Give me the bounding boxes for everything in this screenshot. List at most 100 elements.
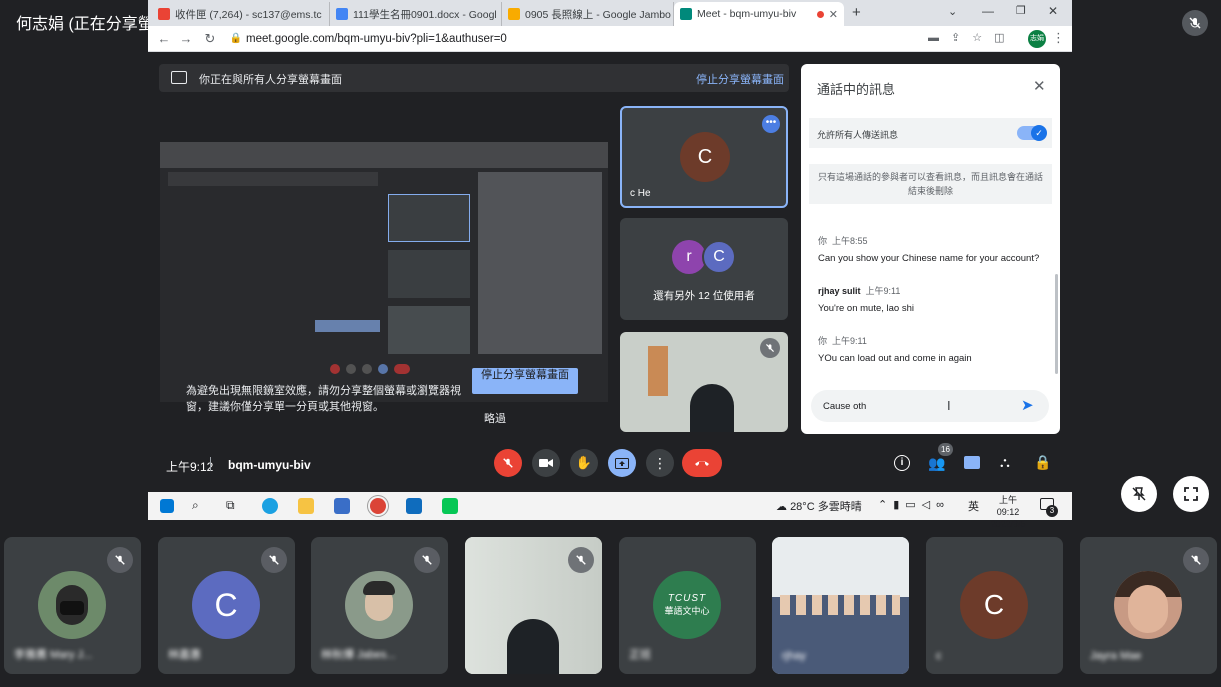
- task-view-icon[interactable]: ⧉: [226, 498, 235, 513]
- banner-text: 你正在與所有人分享螢幕畫面: [199, 74, 342, 86]
- allow-messages-label: 允許所有人傳送訊息: [817, 130, 899, 140]
- participant-tile[interactable]: Jayra Mae: [1080, 537, 1217, 674]
- logo-subtext: 華語文中心: [664, 606, 710, 616]
- participant-video-tile[interactable]: [620, 332, 788, 432]
- video-background: [772, 537, 909, 597]
- people-icon[interactable]: 👥: [928, 455, 945, 472]
- participant-tile[interactable]: 李雅蕎 Mary J...: [4, 537, 141, 674]
- avatar: [38, 571, 106, 639]
- menu-icon[interactable]: ⋮: [1052, 30, 1065, 46]
- participant-video-tile[interactable]: rjhay: [772, 537, 909, 674]
- raise-hand-button[interactable]: ✋: [570, 449, 598, 477]
- more-users-label: 還有另外 12 位使用者: [653, 290, 755, 302]
- reload-icon[interactable]: ↻: [202, 31, 218, 47]
- send-icon[interactable]: ➤: [1021, 396, 1034, 414]
- screen-share-preview: [160, 142, 608, 402]
- participant-tile[interactable]: 林秋燁 Jabes...: [311, 537, 448, 674]
- fullscreen-button[interactable]: [1173, 476, 1209, 512]
- mic-toggle-button[interactable]: [494, 449, 522, 477]
- chat-input[interactable]: Cause oth I ➤: [811, 390, 1049, 422]
- browser-tab[interactable]: 收件匣 (7,264) - sc137@ems.tc: [152, 2, 330, 26]
- gmail-icon: [158, 8, 170, 20]
- video-students: [780, 595, 900, 615]
- leave-call-button[interactable]: [682, 449, 722, 477]
- chat-scrollbar[interactable]: [1055, 274, 1058, 374]
- notification-badge: 3: [1046, 505, 1058, 517]
- activities-icon[interactable]: ⛬: [1000, 454, 1010, 471]
- participant-name: rjhay: [782, 650, 806, 662]
- chat-icon[interactable]: [964, 456, 980, 469]
- restore-icon[interactable]: ❐: [1016, 4, 1026, 17]
- line-icon[interactable]: [442, 498, 458, 514]
- shared-screen: 收件匣 (7,264) - sc137@ems.tc 111學生名冊0901.d…: [148, 0, 1072, 529]
- host-controls-icon[interactable]: 🔒: [1034, 454, 1051, 471]
- skip-button[interactable]: 略過: [484, 410, 506, 426]
- logo-text: TCUST: [667, 593, 707, 604]
- url-field[interactable]: meet.google.com/bqm-umyu-biv?pli=1&authu…: [246, 30, 946, 48]
- preview-chat: [478, 172, 602, 354]
- chat-input-text: Cause oth: [823, 401, 867, 412]
- more-participants-tile[interactable]: r C 還有另外 12 位使用者: [620, 218, 788, 320]
- avatar: C: [960, 571, 1028, 639]
- jamboard-icon: [508, 8, 520, 20]
- stop-sharing-button[interactable]: 停止分享螢幕畫面: [472, 368, 578, 394]
- preview-stop-button: [315, 320, 380, 332]
- meet-control-bar: 上午9:12 bqm-umyu-biv ✋ ⋮ i 👥 16 ⛬ 🔒: [148, 443, 1072, 492]
- stop-sharing-link[interactable]: 停止分享螢幕畫面: [696, 71, 784, 87]
- divider: [210, 457, 211, 471]
- browser-tab[interactable]: 111學生名冊0901.docx - Googl: [330, 2, 502, 26]
- more-options-button[interactable]: ⋮: [646, 449, 674, 477]
- present-button[interactable]: [608, 449, 636, 477]
- chat-panel: 通話中的訊息 ✕ 允許所有人傳送訊息 ✓ 只有這場通話的參與者可以查看訊息，而且…: [801, 64, 1060, 434]
- avatar: C: [680, 132, 730, 182]
- search-icon[interactable]: ⌕: [192, 498, 199, 513]
- chevron-down-icon[interactable]: ⌄: [948, 5, 957, 18]
- store-icon[interactable]: [334, 498, 350, 514]
- participant-name: Jayra Mae: [1090, 650, 1142, 662]
- camera-button[interactable]: [532, 449, 560, 477]
- mail-icon[interactable]: [406, 498, 422, 514]
- plus-icon[interactable]: +: [852, 4, 861, 21]
- file-explorer-icon[interactable]: [298, 498, 314, 514]
- participant-tile[interactable]: TCUST 華語文中心 正班: [619, 537, 756, 674]
- address-bar: ← → ↻ 🔒 meet.google.com/bqm-umyu-biv?pli…: [148, 26, 1072, 52]
- allow-messages-toggle[interactable]: ✓: [1017, 125, 1047, 141]
- tray-icons[interactable]: ⌃▮▭◁∞: [878, 498, 950, 511]
- minimize-icon[interactable]: —: [982, 4, 994, 18]
- edge-icon[interactable]: [262, 498, 278, 514]
- clock[interactable]: 上午 09:12 2022/9/5: [988, 494, 1028, 530]
- participant-tile[interactable]: C 林嘉惠: [158, 537, 295, 674]
- weather-widget[interactable]: ☁ 28°C 多雲時晴: [776, 498, 862, 514]
- chrome-icon[interactable]: [370, 498, 386, 514]
- preview-tile: [388, 306, 470, 354]
- info-icon[interactable]: i: [894, 455, 910, 471]
- participant-name: 李雅蕎 Mary J...: [14, 649, 93, 661]
- close-tab-icon[interactable]: ✕: [829, 8, 838, 21]
- preview-banner: [168, 172, 378, 186]
- meet-icon: [680, 8, 692, 20]
- video-person: [690, 384, 734, 432]
- mic-off-icon: [261, 547, 287, 573]
- mic-off-icon: [414, 547, 440, 573]
- windows-start-icon[interactable]: [160, 499, 174, 513]
- browser-tab[interactable]: 0905 長照線上 - Google Jambo: [502, 2, 674, 26]
- toolbar-icons: ▬⇪☆◫: [928, 32, 1017, 44]
- input-language[interactable]: 英: [968, 498, 979, 514]
- unpin-button[interactable]: [1121, 476, 1157, 512]
- back-icon[interactable]: ←: [156, 31, 172, 47]
- participant-tile[interactable]: C c: [926, 537, 1063, 674]
- lock-icon: 🔒: [229, 33, 243, 44]
- profile-avatar[interactable]: 志娟: [1028, 30, 1046, 48]
- forward-icon[interactable]: →: [178, 31, 194, 47]
- close-window-icon[interactable]: ✕: [1048, 4, 1058, 18]
- clock-time: 上午 09:12: [996, 495, 1020, 517]
- participant-video-tile[interactable]: [465, 537, 602, 674]
- tcust-logo: TCUST 華語文中心: [653, 571, 721, 639]
- close-icon[interactable]: ✕: [1033, 77, 1046, 95]
- participant-tile-c-he[interactable]: C c He •••: [620, 106, 788, 208]
- browser-tab-active[interactable]: Meet - bqm-umyu-biv ✕: [674, 2, 844, 26]
- check-icon: ✓: [1031, 125, 1047, 141]
- participant-name: 林秋燁 Jabes...: [321, 649, 396, 661]
- tab-label: Meet - bqm-umyu-biv: [697, 8, 797, 20]
- more-options-icon[interactable]: •••: [762, 115, 780, 133]
